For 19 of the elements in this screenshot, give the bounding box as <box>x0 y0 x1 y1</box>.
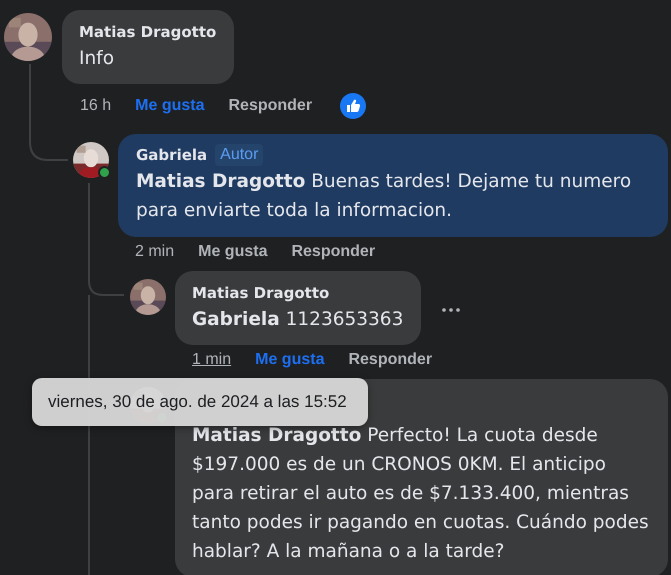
date-tooltip: viernes, 30 de ago. de 2024 a las 15:52 <box>32 378 368 426</box>
comment-text: Matias Dragotto Buenas tardes! Dejame tu numero para enviarte toda la informacion. <box>136 170 632 223</box>
comment-text: Gabriela 1123653363 <box>192 308 404 332</box>
more-icon[interactable] <box>442 308 460 312</box>
comment-time[interactable]: 16 h <box>80 97 112 115</box>
like-link[interactable]: Me gusta <box>255 351 324 369</box>
reply-link[interactable]: Responder <box>348 351 432 369</box>
author-badge: Autor <box>215 144 264 166</box>
commenter-name[interactable]: Matias Dragotto <box>192 281 330 305</box>
comment-time[interactable]: 1 min <box>192 351 232 369</box>
comment-time[interactable]: 2 min <box>135 243 174 261</box>
reply-link[interactable]: Responder <box>228 97 312 115</box>
reply-link[interactable]: Responder <box>291 243 376 261</box>
commenter-name[interactable]: Matias Dragotto <box>79 20 216 44</box>
like-link[interactable]: Me gusta <box>198 243 268 261</box>
comment-text: Info <box>79 47 116 71</box>
like-link[interactable]: Me gusta <box>135 97 204 115</box>
comment-text: Matias Dragotto Perfecto! La cuota desde $197.000 es de un CRONOS 0KM. El anticipo para retirar el auto es de $7.133.400, mientras tanto podes ir pagando en cuotas. Cuándo podes hablar? A la mañana o a la tarde? <box>192 424 650 564</box>
commenter-name[interactable]: Gabriela <box>136 143 208 167</box>
